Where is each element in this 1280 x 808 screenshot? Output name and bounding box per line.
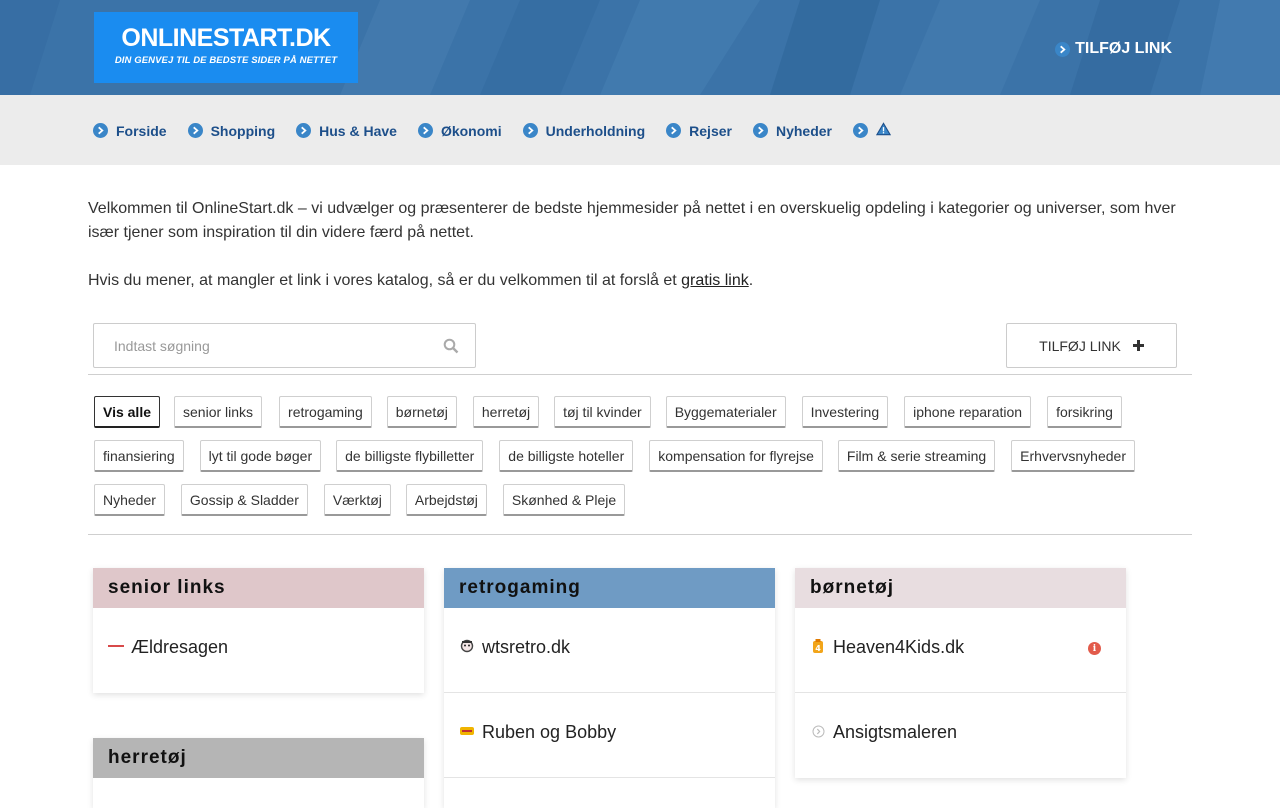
nav-item-label: Forside	[116, 122, 167, 139]
gratis-link[interactable]: gratis link	[681, 272, 749, 289]
card-title: herretøj	[93, 738, 424, 778]
tag-vis-alle[interactable]: Vis alle	[94, 396, 161, 428]
header-add-link[interactable]: TILFØJ LINK	[1055, 40, 1172, 58]
chevron-right-icon	[853, 123, 868, 138]
link-label: Heaven4Kids.dk	[833, 637, 965, 657]
heaven4kids-favicon-icon: 4	[810, 638, 826, 654]
nav-item-label: Hus & Have	[319, 122, 397, 139]
chevron-right-icon	[296, 123, 312, 138]
card-title: retrogaming	[444, 568, 775, 608]
nav-item-warning[interactable]	[853, 122, 892, 139]
chevron-right-icon	[93, 123, 108, 138]
link-item[interactable]: Ruben og Bobby	[444, 693, 775, 778]
tag-lyt-til-gode-boger[interactable]: lyt til gode bøger	[199, 440, 322, 472]
card-title: senior links	[93, 568, 424, 608]
nav-item-label: Nyheder	[775, 122, 832, 139]
tag-row: Vis alle senior links retrogaming børnet…	[94, 396, 1194, 428]
search-icon[interactable]	[443, 338, 459, 359]
category-filter: Vis alle senior links retrogaming børnet…	[94, 396, 1194, 528]
tag-finansiering[interactable]: finansiering	[94, 440, 184, 472]
info-icon[interactable]: i	[1088, 642, 1101, 655]
card-title: børnetøj	[795, 568, 1126, 608]
link-label: Ældresagen	[131, 637, 229, 657]
ruben-og-bobby-favicon-icon	[459, 723, 475, 739]
tag-iphone-reparation[interactable]: iphone reparation	[904, 396, 1032, 428]
intro-paragraph-2-text: Hvis du mener, at mangler et link i vore…	[88, 272, 682, 289]
card-bornetoj: børnetøj 4 Heaven4Kids.dk i Ansigtsmaler…	[795, 568, 1126, 778]
header-add-link-label: TILFØJ LINK	[1075, 40, 1172, 57]
warning-triangle-icon	[875, 122, 892, 139]
tag-senior-links[interactable]: senior links	[174, 396, 263, 428]
nav-item-label: Rejser	[689, 122, 732, 139]
nav-item-shopping[interactable]: Shopping	[187, 122, 276, 139]
tag-erhvervsnyheder[interactable]: Erhvervsnyheder	[1011, 440, 1135, 472]
tag-byggematerialer[interactable]: Byggematerialer	[665, 396, 786, 428]
tag-nyheder[interactable]: Nyheder	[94, 484, 165, 516]
tag-kompensation-flyrejse[interactable]: kompensation for flyrejse	[649, 440, 823, 472]
intro-paragraph-2-end: .	[748, 272, 754, 289]
tag-herretoj[interactable]: herretøj	[472, 396, 540, 428]
tag-row: Nyheder Gossip & Sladder Værktøj Arbejds…	[94, 484, 1194, 516]
search-input[interactable]	[94, 324, 424, 367]
nav-item-label: Økonomi	[440, 122, 502, 139]
link-item[interactable]: Ansigtsmaleren	[795, 693, 1126, 778]
intro-paragraph-1: Velkommen til OnlineStart.dk – vi udvælg…	[88, 200, 1176, 241]
nav-item-rejser[interactable]: Rejser	[666, 122, 732, 139]
chevron-right-icon	[1055, 41, 1071, 57]
tag-row: finansiering lyt til gode bøger de billi…	[94, 440, 1194, 472]
link-label: wtsretro.dk	[482, 637, 571, 657]
intro-paragraph-2: Hvis du mener, at mangler et link i vore…	[88, 269, 1192, 293]
link-label: Ansigtsmaleren	[833, 722, 958, 742]
site-logo[interactable]: ONLINESTART.DK DIN GENVEJ TIL DE BEDSTE …	[94, 12, 358, 83]
nav-item-nyheder[interactable]: Nyheder	[752, 122, 832, 139]
tag-investering[interactable]: Investering	[801, 396, 889, 428]
tag-retrogaming[interactable]: retrogaming	[279, 396, 372, 428]
chevron-right-icon	[522, 123, 538, 138]
chevron-right-icon	[417, 123, 433, 138]
divider	[88, 534, 1192, 535]
chevron-right-icon	[187, 123, 203, 138]
tag-forsikring[interactable]: forsikring	[1047, 396, 1122, 428]
link-item[interactable]: Ældresagen	[93, 608, 424, 693]
card-senior-links: senior links Ældresagen	[93, 568, 424, 693]
tag-bornetoj[interactable]: børnetøj	[386, 396, 457, 428]
card-herretoj: herretøj	[93, 738, 424, 808]
nav-item-forside[interactable]: Forside	[93, 122, 167, 139]
tag-skonhed-pleje[interactable]: Skønhed & Pleje	[502, 484, 626, 516]
logo-title: ONLINESTART.DK	[121, 24, 331, 52]
nav-item-label: Shopping	[210, 122, 276, 139]
site-header: ONLINESTART.DK DIN GENVEJ TIL DE BEDSTE …	[0, 0, 1280, 95]
svg-text:4: 4	[815, 644, 821, 653]
add-link-button[interactable]: TILFØJ LINK	[1006, 323, 1177, 368]
chevron-right-icon	[752, 123, 768, 138]
intro-text: Velkommen til OnlineStart.dk – vi udvælg…	[88, 197, 1192, 317]
plus-icon	[1132, 338, 1144, 354]
tag-toj-til-kvinder[interactable]: tøj til kvinder	[554, 396, 651, 428]
tag-gossip-sladder[interactable]: Gossip & Sladder	[180, 484, 308, 516]
link-item[interactable]: 4 Heaven4Kids.dk i	[795, 608, 1126, 693]
nav-item-hus-have[interactable]: Hus & Have	[296, 122, 397, 139]
tag-vaerktoj[interactable]: Værktøj	[323, 484, 391, 516]
chevron-right-icon	[666, 123, 682, 138]
nav-item-label: Underholdning	[545, 122, 646, 139]
logo-tagline: DIN GENVEJ TIL DE BEDSTE SIDER PÅ NETTET	[114, 55, 338, 66]
search-box	[93, 323, 476, 368]
tag-billigste-hoteller[interactable]: de billigste hoteller	[499, 440, 634, 472]
tag-billigste-flybilletter[interactable]: de billigste flybilletter	[336, 440, 484, 472]
tag-arbejdstoj[interactable]: Arbejdstøj	[405, 484, 487, 516]
add-link-button-label: TILFØJ LINK	[1039, 337, 1121, 354]
link-item[interactable]: wtsretro.dk	[444, 608, 775, 693]
divider	[88, 374, 1192, 375]
link-item	[444, 778, 775, 808]
wtsretro-favicon-icon	[459, 638, 475, 654]
nav-item-underholdning[interactable]: Underholdning	[522, 122, 646, 139]
chevron-circle-icon	[810, 723, 826, 739]
card-retrogaming: retrogaming wtsretro.dk Ruben og Bobby	[444, 568, 775, 808]
main-nav: Forside Shopping Hus & Have Økonomi Unde…	[0, 95, 1280, 165]
link-label: Ruben og Bobby	[482, 722, 617, 742]
aeldresagen-favicon-icon	[108, 638, 124, 654]
nav-item-okonomi[interactable]: Økonomi	[417, 122, 502, 139]
tag-film-serie-streaming[interactable]: Film & serie streaming	[837, 440, 996, 472]
